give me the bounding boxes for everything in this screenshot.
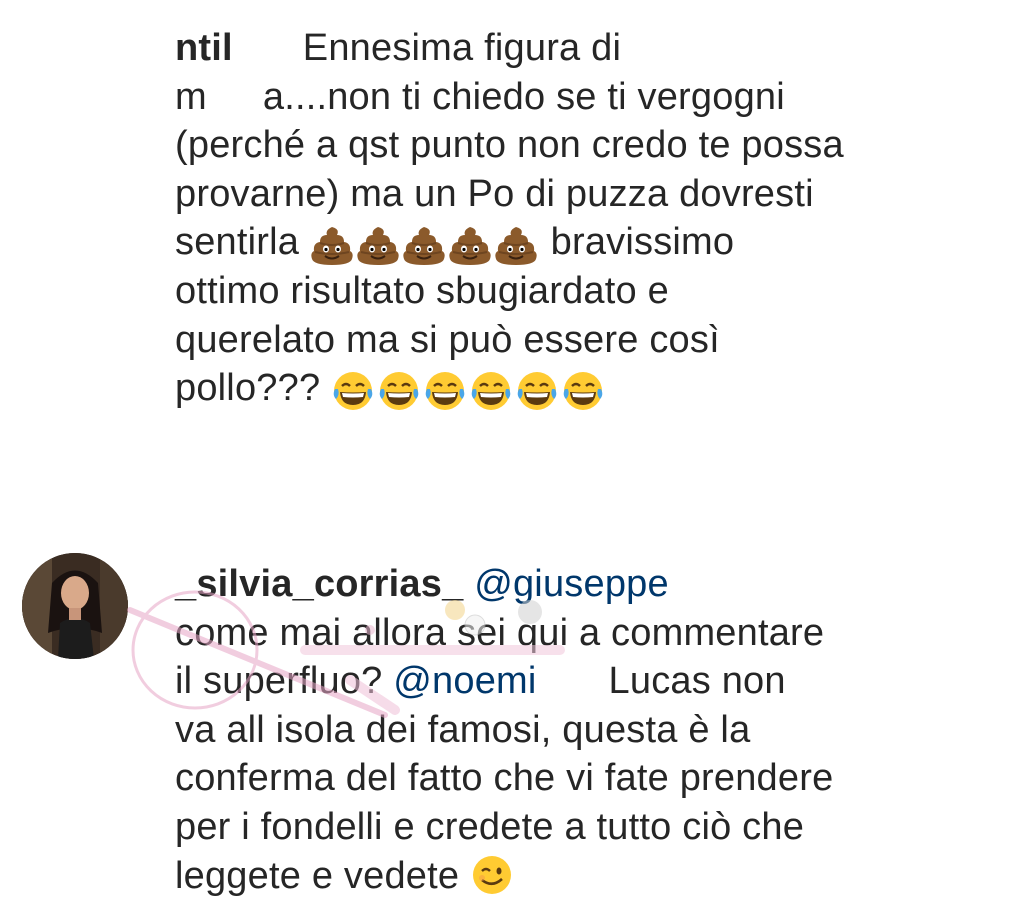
comment-2-line-5: conferma del fatto che vi fate prendere	[175, 754, 905, 803]
comment-2-username[interactable]: _silvia_corrias_	[175, 563, 463, 605]
tears-of-joy-icon	[377, 369, 421, 413]
avatar-photo	[22, 553, 128, 659]
comment-1-text-1: Ennesima figura di	[302, 27, 622, 69]
mention-link[interactable]: @noemi	[393, 660, 536, 702]
comment-2-text-6: per i fondelli e credete a tutto ciò che	[175, 805, 805, 848]
pile-of-poo-icon	[448, 223, 492, 267]
comment-1-line-4: provarne) ma un Po di puzza dovresti	[175, 170, 905, 219]
comment-1-text-8: ottimo risultato sbugiardato e	[175, 269, 669, 312]
comment-1-text-4: (perché a qst punto non credo te possa	[175, 124, 844, 167]
comment-2: _silvia_corrias_ @giuseppe come mai allo…	[175, 560, 905, 900]
tears-of-joy-icon	[561, 369, 605, 413]
comment-1-line-1: ntil Ennesima figura di	[175, 24, 905, 73]
comment-2-line-7: leggete e vedete	[175, 852, 905, 901]
comment-1-username[interactable]: ntil	[175, 27, 233, 69]
comment-2-line-2: come mai allora sei qui a commentare	[175, 609, 905, 658]
comment-2-text-3: Lucas non	[608, 660, 786, 703]
comment-1-text-2: m	[175, 75, 207, 118]
laugh-emoji-row	[331, 368, 607, 412]
comment-1-text-7: bravissimo	[550, 221, 735, 264]
tears-of-joy-icon	[515, 369, 559, 413]
comment-2-line-6: per i fondelli e credete a tutto ciò che	[175, 803, 905, 852]
tears-of-joy-icon	[331, 369, 375, 413]
pile-of-poo-icon	[494, 223, 538, 267]
comment-2-text-7: leggete e vedete	[175, 854, 460, 897]
comment-2-text-1: come mai allora sei qui a commentare	[175, 611, 825, 654]
comment-1-line-7: querelato ma si può essere così	[175, 316, 905, 365]
comment-2-text-5: conferma del fatto che vi fate prendere	[175, 757, 834, 800]
pile-of-poo-icon	[402, 223, 446, 267]
winking-face-icon	[470, 853, 514, 897]
comment-1-text-10: pollo???	[175, 367, 321, 410]
comment-2-line-4: va all isola dei famosi, questa è la	[175, 706, 905, 755]
comment-1-line-5: sentirla bravissimo	[175, 218, 905, 267]
comment-2-text-2: il superfluo?	[175, 660, 383, 703]
comment-1-line-6: ottimo risultato sbugiardato e	[175, 267, 905, 316]
tears-of-joy-icon	[423, 369, 467, 413]
comment-1-line-8: pollo???	[175, 364, 905, 413]
pile-of-poo-icon	[310, 223, 354, 267]
tears-of-joy-icon	[469, 369, 513, 413]
comment-2-line-1: _silvia_corrias_ @giuseppe	[175, 560, 905, 609]
comment-1-text-3: a....non ti chiedo se ti vergogni	[262, 75, 785, 118]
comment-1-line-3: (perché a qst punto non credo te possa	[175, 121, 905, 170]
poop-emoji-row	[310, 222, 540, 266]
comment-1-text-9: querelato ma si può essere così	[175, 318, 720, 361]
comment-2-text-4: va all isola dei famosi, questa è la	[175, 708, 751, 751]
mention-link[interactable]: @giuseppe	[474, 563, 669, 605]
comment-1-line-2: m a....non ti chiedo se ti vergogni	[175, 73, 905, 122]
comment-1-text-6: sentirla	[175, 221, 300, 264]
comment-2-line-3: il superfluo? @noemi Lucas non	[175, 657, 905, 706]
comment-1: ntil Ennesima figura di m a....non ti chie…	[175, 24, 905, 413]
avatar[interactable]	[22, 553, 128, 659]
comment-1-text-5: provarne) ma un Po di puzza dovresti	[175, 172, 814, 215]
pile-of-poo-icon	[356, 223, 400, 267]
